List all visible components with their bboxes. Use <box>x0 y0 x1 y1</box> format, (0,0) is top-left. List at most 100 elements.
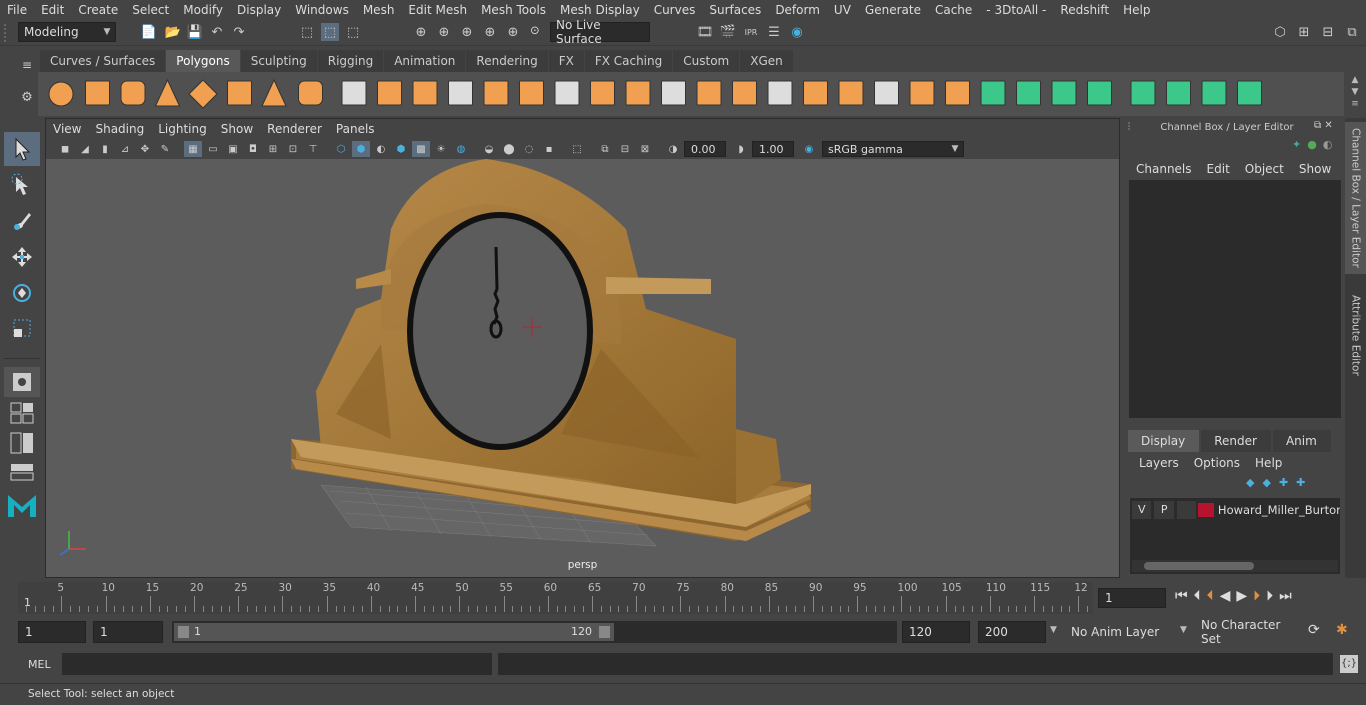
shelf-combine-icon[interactable] <box>341 80 367 106</box>
rotate-tool-button[interactable] <box>4 276 40 310</box>
layout-four-button[interactable] <box>4 399 40 427</box>
shelf-target-weld-icon[interactable] <box>625 80 651 106</box>
camera-attributes-icon[interactable]: ◢ <box>76 141 94 157</box>
shelf-extract-icon[interactable] <box>412 80 438 106</box>
timeline-track[interactable]: 5 10 15 20 25 30 35 40 45 50 55 60 65 70 75 80 85 90 95 100… <box>18 582 1093 614</box>
step-forward-icon[interactable]: ⏵ <box>1266 588 1273 604</box>
move-tool-button[interactable] <box>4 240 40 274</box>
component-select-icon[interactable]: ⬚ <box>344 23 362 41</box>
layer-reference-toggle[interactable] <box>1176 501 1197 519</box>
shelf-symmetry-icon[interactable] <box>1237 80 1262 106</box>
new-layer-selected-icon[interactable]: ✚ <box>1296 476 1305 489</box>
range-left-grip[interactable] <box>178 626 189 638</box>
shelf-torus-icon[interactable] <box>227 80 252 106</box>
menu-curves[interactable]: Curves <box>647 3 703 17</box>
shelf-menu-icon[interactable]: ≡ <box>18 56 36 74</box>
grid-toggle-icon[interactable]: ▦ <box>184 141 202 157</box>
shelf-tab-fx-caching[interactable]: FX Caching <box>584 50 673 72</box>
mode-dropdown[interactable]: Modeling ▼ <box>18 22 116 42</box>
panel-menu-lighting[interactable]: Lighting <box>151 122 214 136</box>
menu-mesh-tools[interactable]: Mesh Tools <box>474 3 553 17</box>
menu-generate[interactable]: Generate <box>858 3 928 17</box>
perspective-viewport[interactable]: persp <box>46 159 1119 577</box>
layer-tab-render[interactable]: Render <box>1201 430 1271 452</box>
shelf-uv-auto-icon[interactable] <box>980 80 1006 106</box>
snap-curve-icon[interactable]: ⊕ <box>435 23 453 41</box>
layout-two-button[interactable] <box>4 429 40 457</box>
safe-action-icon[interactable]: ⊡ <box>284 141 302 157</box>
ambient-occlusion-icon[interactable]: ◍ <box>452 141 470 157</box>
shadows-icon[interactable]: ☀ <box>432 141 450 157</box>
shelf-tab-rendering[interactable]: Rendering <box>466 50 548 72</box>
shelf-reduce-icon[interactable] <box>803 80 828 106</box>
camera-frame-icon[interactable]: ⊠ <box>636 141 654 157</box>
menu-3dtoall[interactable]: - 3DtoAll - <box>979 3 1053 17</box>
color-space-dropdown[interactable]: sRGB gamma ▼ <box>822 141 964 157</box>
chevron-down-icon[interactable]: ▼ <box>1180 625 1187 635</box>
use-lights-icon[interactable]: ▩ <box>412 141 430 157</box>
shelf-smooth-icon[interactable] <box>767 80 793 106</box>
menu-surfaces[interactable]: Surfaces <box>702 3 768 17</box>
playback-end-field[interactable]: 120 <box>902 621 970 643</box>
move-layer-up-icon[interactable]: ◆ <box>1246 476 1254 489</box>
shelf-uv-planar-icon[interactable] <box>945 80 970 106</box>
bookmark-icon[interactable]: ▮ <box>96 141 114 157</box>
resolution-gate-icon[interactable]: ▣ <box>224 141 242 157</box>
menu-windows[interactable]: Windows <box>288 3 356 17</box>
menu-help[interactable]: Help <box>1116 3 1157 17</box>
shelf-sphere-icon[interactable] <box>48 81 74 107</box>
shelf-extrude-icon[interactable] <box>554 80 580 106</box>
live-surface-field[interactable]: No Live Surface <box>550 18 650 46</box>
menu-edit-mesh[interactable]: Edit Mesh <box>401 3 474 17</box>
shelf-uv-spherical-icon[interactable] <box>1051 80 1077 106</box>
shelf-boolean-icon[interactable] <box>696 80 722 106</box>
snap-surface-icon[interactable]: ⊕ <box>504 23 522 41</box>
exposure-icon[interactable]: ◑ <box>664 141 682 157</box>
color-management-icon[interactable]: ◉ <box>800 141 818 157</box>
shelf-tab-fx[interactable]: FX <box>548 50 584 72</box>
new-layer-icon[interactable]: ✚ <box>1279 476 1288 489</box>
move-layer-down-icon[interactable]: ◆ <box>1262 476 1270 489</box>
textured-icon[interactable]: ⬢ <box>392 141 410 157</box>
shelf-multicut-icon[interactable] <box>590 80 615 106</box>
shelf-crease-icon[interactable] <box>909 80 935 106</box>
chevron-down-icon[interactable]: ▼ <box>1050 625 1057 635</box>
menu-edit[interactable]: Edit <box>34 3 71 17</box>
isolate-icon[interactable]: ▪ <box>540 141 558 157</box>
layer-visibility-toggle[interactable]: V <box>1132 501 1152 519</box>
layer-scroll-thumb[interactable] <box>1144 562 1254 570</box>
gate-mask-icon[interactable]: ◘ <box>244 141 262 157</box>
step-back-key-icon[interactable]: ⏴ <box>1207 588 1214 604</box>
shelf-pyramid-icon[interactable] <box>261 78 287 107</box>
xray-components-icon[interactable]: ⊟ <box>616 141 634 157</box>
shelf-tab-animation[interactable]: Animation <box>384 50 466 72</box>
redo-icon[interactable]: ↷ <box>230 23 248 41</box>
attribute-editor-side-tab[interactable]: Attribute Editor <box>1345 280 1366 390</box>
shelf-grid-icon[interactable] <box>448 80 473 106</box>
shelf-tab-sculpting[interactable]: Sculpting <box>240 50 317 72</box>
render-view-icon[interactable]: 🎞 <box>696 23 714 41</box>
object-select-icon[interactable]: ⬚ <box>321 23 339 41</box>
paint-select-tool-button[interactable] <box>4 204 40 238</box>
menu-redshift[interactable]: Redshift <box>1053 3 1116 17</box>
snap-view-icon[interactable]: ⊕ <box>481 23 499 41</box>
step-forward-key-icon[interactable]: ⏵ <box>1253 588 1260 604</box>
shelf-quad-draw-icon[interactable] <box>661 80 686 106</box>
play-backward-icon[interactable]: ◀ <box>1220 588 1231 604</box>
menu-cache[interactable]: Cache <box>928 3 979 17</box>
2d-pan-zoom-icon[interactable]: ✥ <box>136 141 154 157</box>
shelf-cone-icon[interactable] <box>154 78 181 107</box>
shelf-uv-checker-icon[interactable] <box>1201 80 1227 106</box>
shelf-fill-hole-icon[interactable] <box>874 80 899 106</box>
channel-menu-show[interactable]: Show <box>1299 162 1331 176</box>
panel-menu-renderer[interactable]: Renderer <box>260 122 329 136</box>
grease-pencil-icon[interactable]: ✎ <box>156 141 174 157</box>
scene-start-field[interactable]: 1 <box>18 621 86 643</box>
shelf-tab-custom[interactable]: Custom <box>673 50 740 72</box>
select-tool-button[interactable] <box>4 132 40 166</box>
channel-menu-channels[interactable]: Channels <box>1136 162 1192 176</box>
menu-deform[interactable]: Deform <box>768 3 827 17</box>
film-gate-icon[interactable]: ▭ <box>204 141 222 157</box>
menu-mesh[interactable]: Mesh <box>356 3 402 17</box>
panel-menu-panels[interactable]: Panels <box>329 122 382 136</box>
